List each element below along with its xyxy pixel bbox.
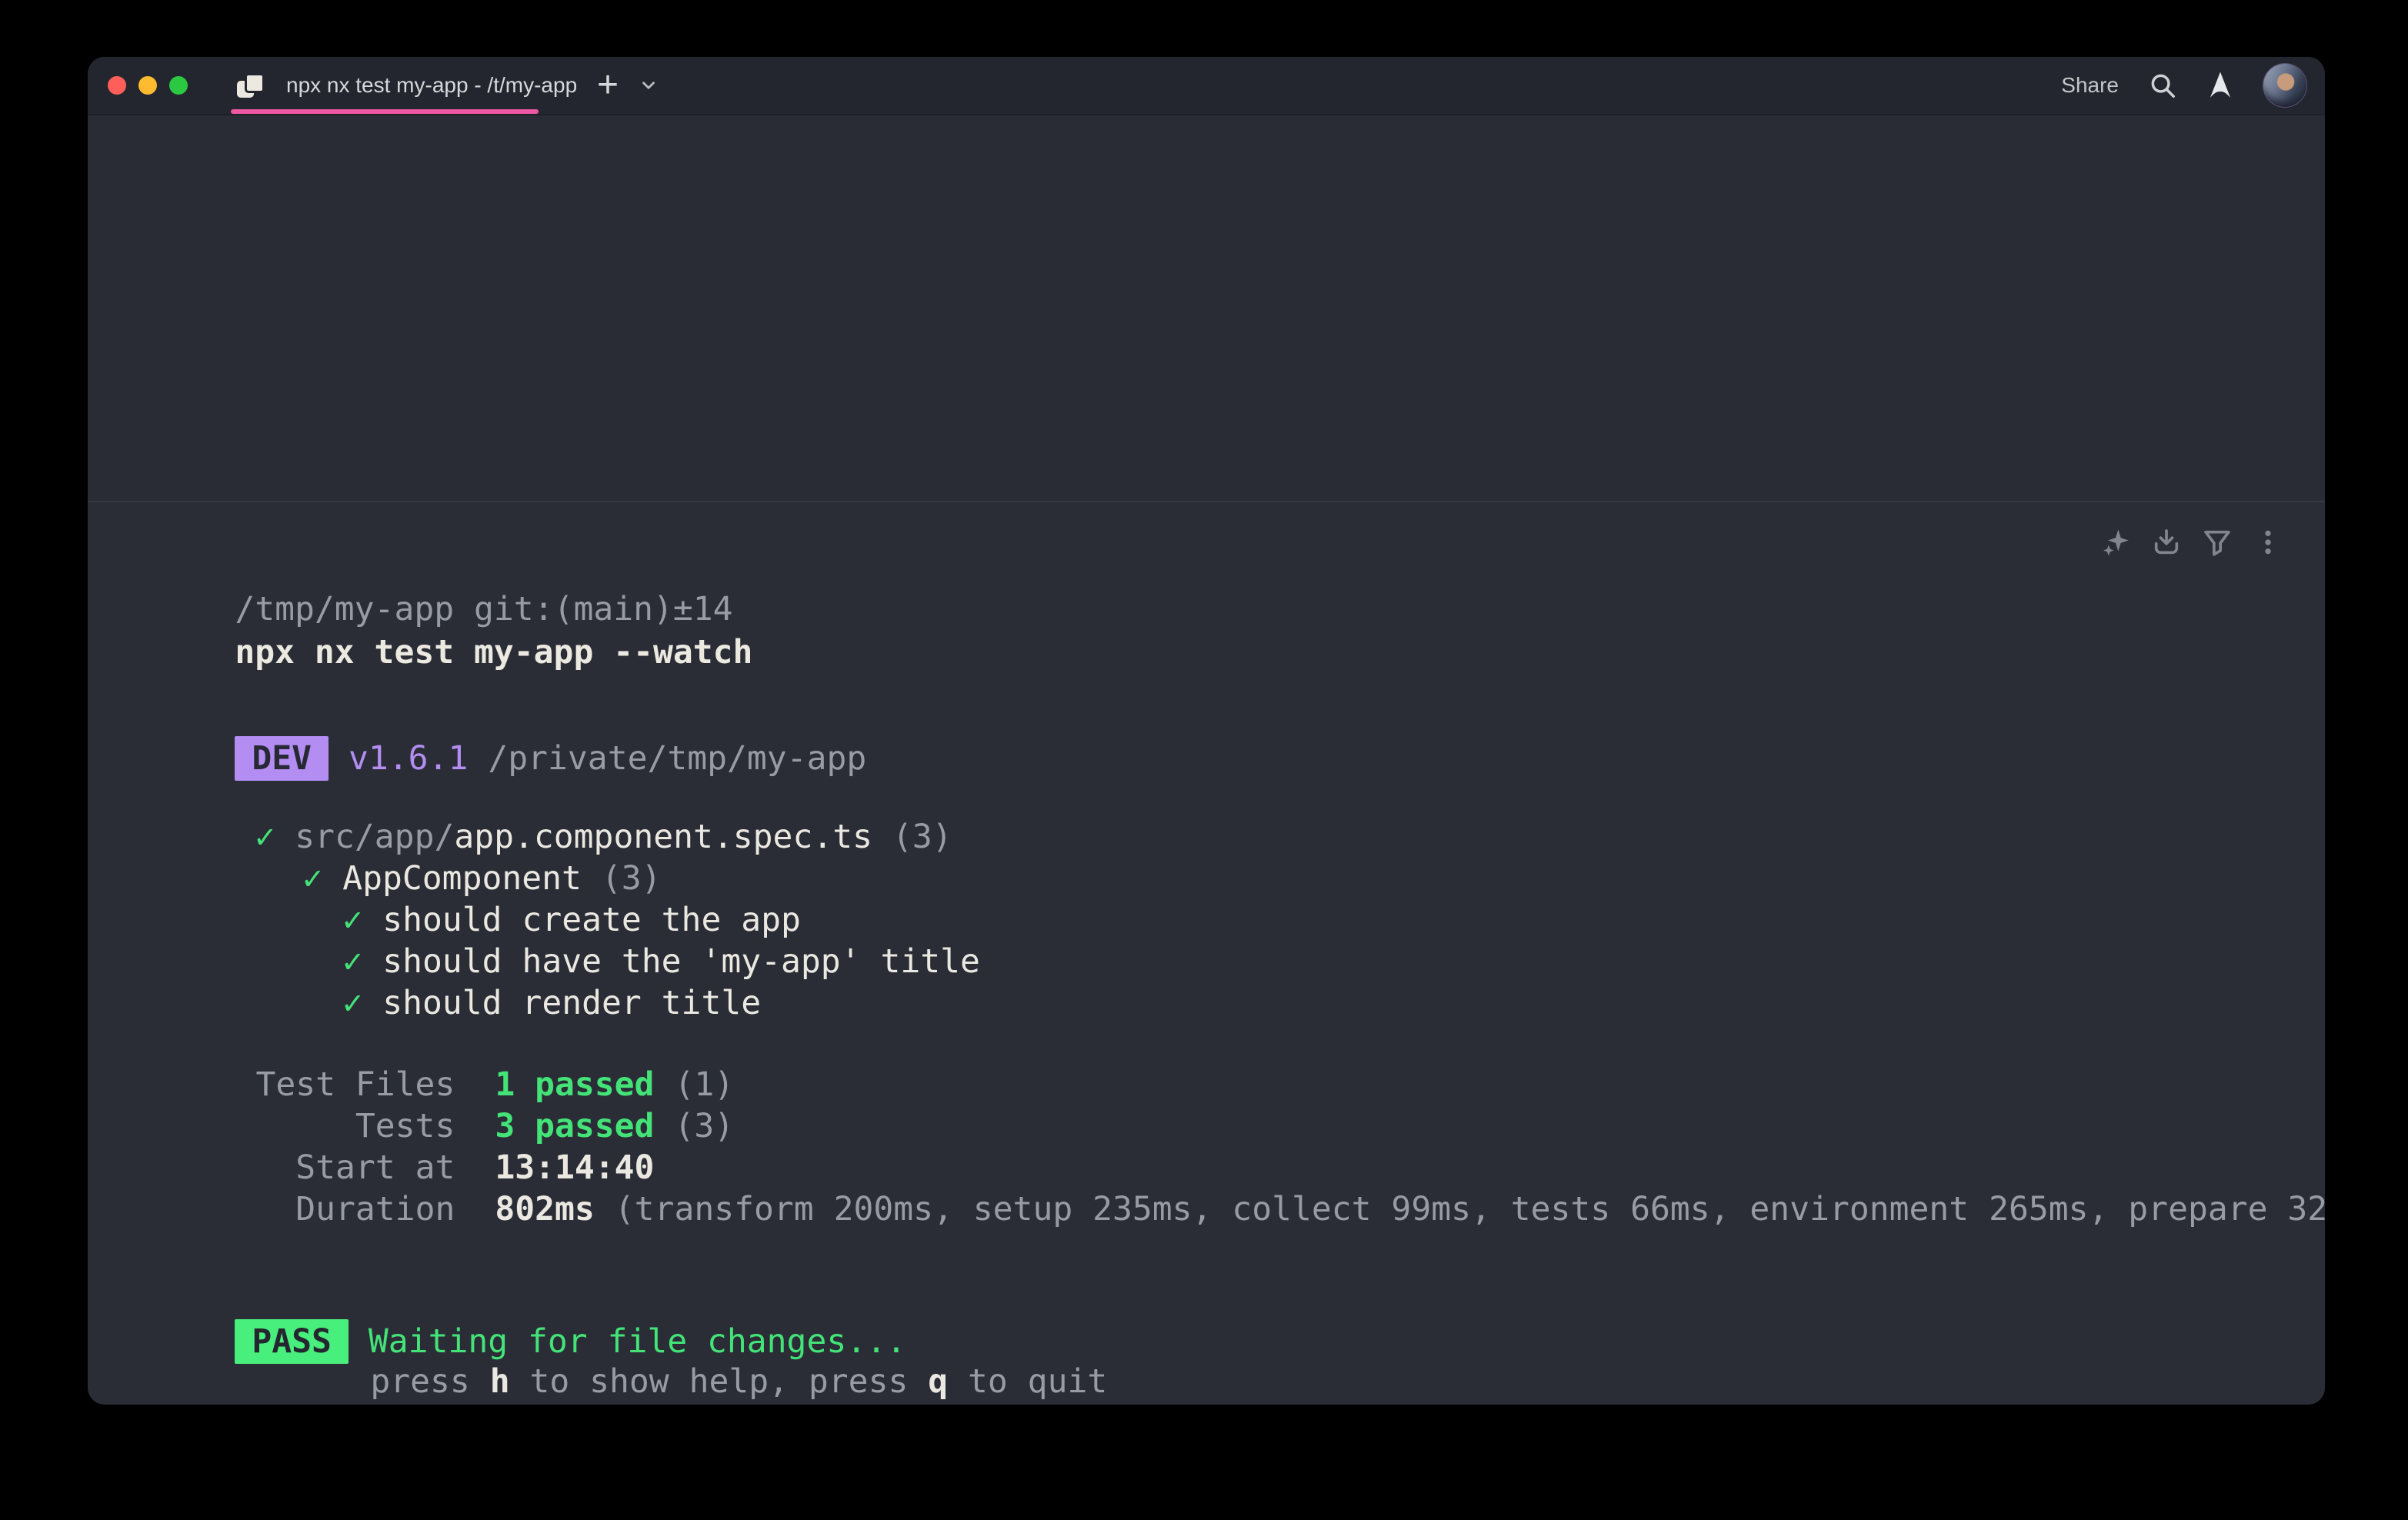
- share-button[interactable]: Share: [2061, 73, 2119, 98]
- test-case-name: should create the app: [382, 901, 801, 939]
- summary-extra: (3): [674, 1107, 734, 1145]
- minimize-button[interactable]: [138, 76, 157, 95]
- check-icon: ✓: [342, 901, 362, 939]
- file-test-count: (3): [892, 818, 952, 856]
- command-block: /tmp/my-app git:(main)±14 npx nx test my…: [88, 502, 2325, 1403]
- ai-sparkles-icon[interactable]: [2100, 527, 2131, 558]
- hint-text: to show help, press: [510, 1362, 929, 1401]
- warp-logo-icon[interactable]: [2206, 71, 2234, 100]
- file-name: app.component.spec.ts: [454, 818, 872, 856]
- summary-label: Duration: [255, 1188, 455, 1230]
- user-avatar[interactable]: [2263, 64, 2306, 107]
- block-toolbar: [2100, 527, 2283, 558]
- check-icon: ✓: [302, 859, 322, 898]
- hint-text: to quit: [948, 1362, 1107, 1401]
- titlebar-right-controls: Share: [2061, 64, 2325, 107]
- vitest-header-line: DEVv1.6.1/private/tmp/my-app: [115, 692, 2297, 736]
- summary-value: 3 passed: [495, 1107, 654, 1145]
- h-key: h: [490, 1362, 510, 1401]
- test-case-name: should have the 'my-app' title: [382, 942, 980, 981]
- waiting-text: Waiting for file changes...: [369, 1322, 906, 1361]
- dev-badge: DEV: [235, 736, 329, 781]
- summary-label: Test Files: [255, 1064, 455, 1105]
- tab-list-chevron-down-icon[interactable]: [639, 75, 659, 95]
- search-icon[interactable]: [2148, 71, 2177, 100]
- filter-funnel-icon[interactable]: [2202, 527, 2233, 558]
- tab-title: npx nx test my-app - /t/my-app: [286, 73, 577, 98]
- traffic-lights: [108, 76, 188, 95]
- check-icon: ✓: [342, 984, 362, 1022]
- q-key: q: [928, 1362, 948, 1401]
- hint-text: press: [370, 1362, 489, 1401]
- pass-badge: PASS: [235, 1319, 349, 1364]
- summary-value: 1 passed: [495, 1065, 654, 1104]
- pass-status-line: PASSWaiting for file changes...: [115, 1275, 2297, 1319]
- summary-label: Start at: [255, 1147, 455, 1188]
- tab-active[interactable]: npx nx test my-app - /t/my-app: [231, 57, 554, 114]
- test-case-name: should render title: [382, 984, 761, 1022]
- command-text: npx nx test my-app --watch: [235, 633, 752, 672]
- prompt-text: /tmp/my-app git:(main)±14: [235, 590, 732, 628]
- terminal-window: npx nx test my-app - /t/my-app + Share: [88, 57, 2325, 1405]
- vitest-version: v1.6.1: [349, 739, 468, 778]
- titlebar: npx nx test my-app - /t/my-app + Share: [88, 57, 2325, 115]
- active-tab-underline: [231, 109, 539, 114]
- check-icon: ✓: [342, 942, 362, 981]
- previous-output-area: [88, 115, 2325, 501]
- summary-row: Test Files1 passed(1): [115, 1022, 2297, 1064]
- suite-test-count: (3): [602, 859, 662, 898]
- prompt-line: /tmp/my-app git:(main)±14: [115, 547, 2297, 588]
- summary-value: 13:14:40: [495, 1148, 654, 1187]
- suite-name: AppComponent: [342, 859, 582, 898]
- kebab-menu-icon[interactable]: [2253, 527, 2283, 558]
- blocks-pages-icon: [237, 73, 265, 98]
- maximize-button[interactable]: [169, 76, 188, 95]
- file-path-prefix: src/app/: [295, 818, 454, 856]
- new-tab-button[interactable]: +: [597, 67, 619, 104]
- check-icon: ✓: [255, 818, 275, 856]
- download-icon[interactable]: [2151, 527, 2182, 558]
- close-button[interactable]: [108, 76, 126, 95]
- summary-extra: (1): [674, 1065, 734, 1104]
- summary-label: Tests: [255, 1105, 455, 1147]
- test-file-line: ✓src/app/app.component.spec.ts(3): [115, 775, 2297, 816]
- summary-extra: (transform 200ms, setup 235ms, collect 9…: [615, 1190, 2325, 1228]
- summary-value: 802ms: [495, 1190, 594, 1228]
- vitest-cwd: /private/tmp/my-app: [488, 739, 866, 778]
